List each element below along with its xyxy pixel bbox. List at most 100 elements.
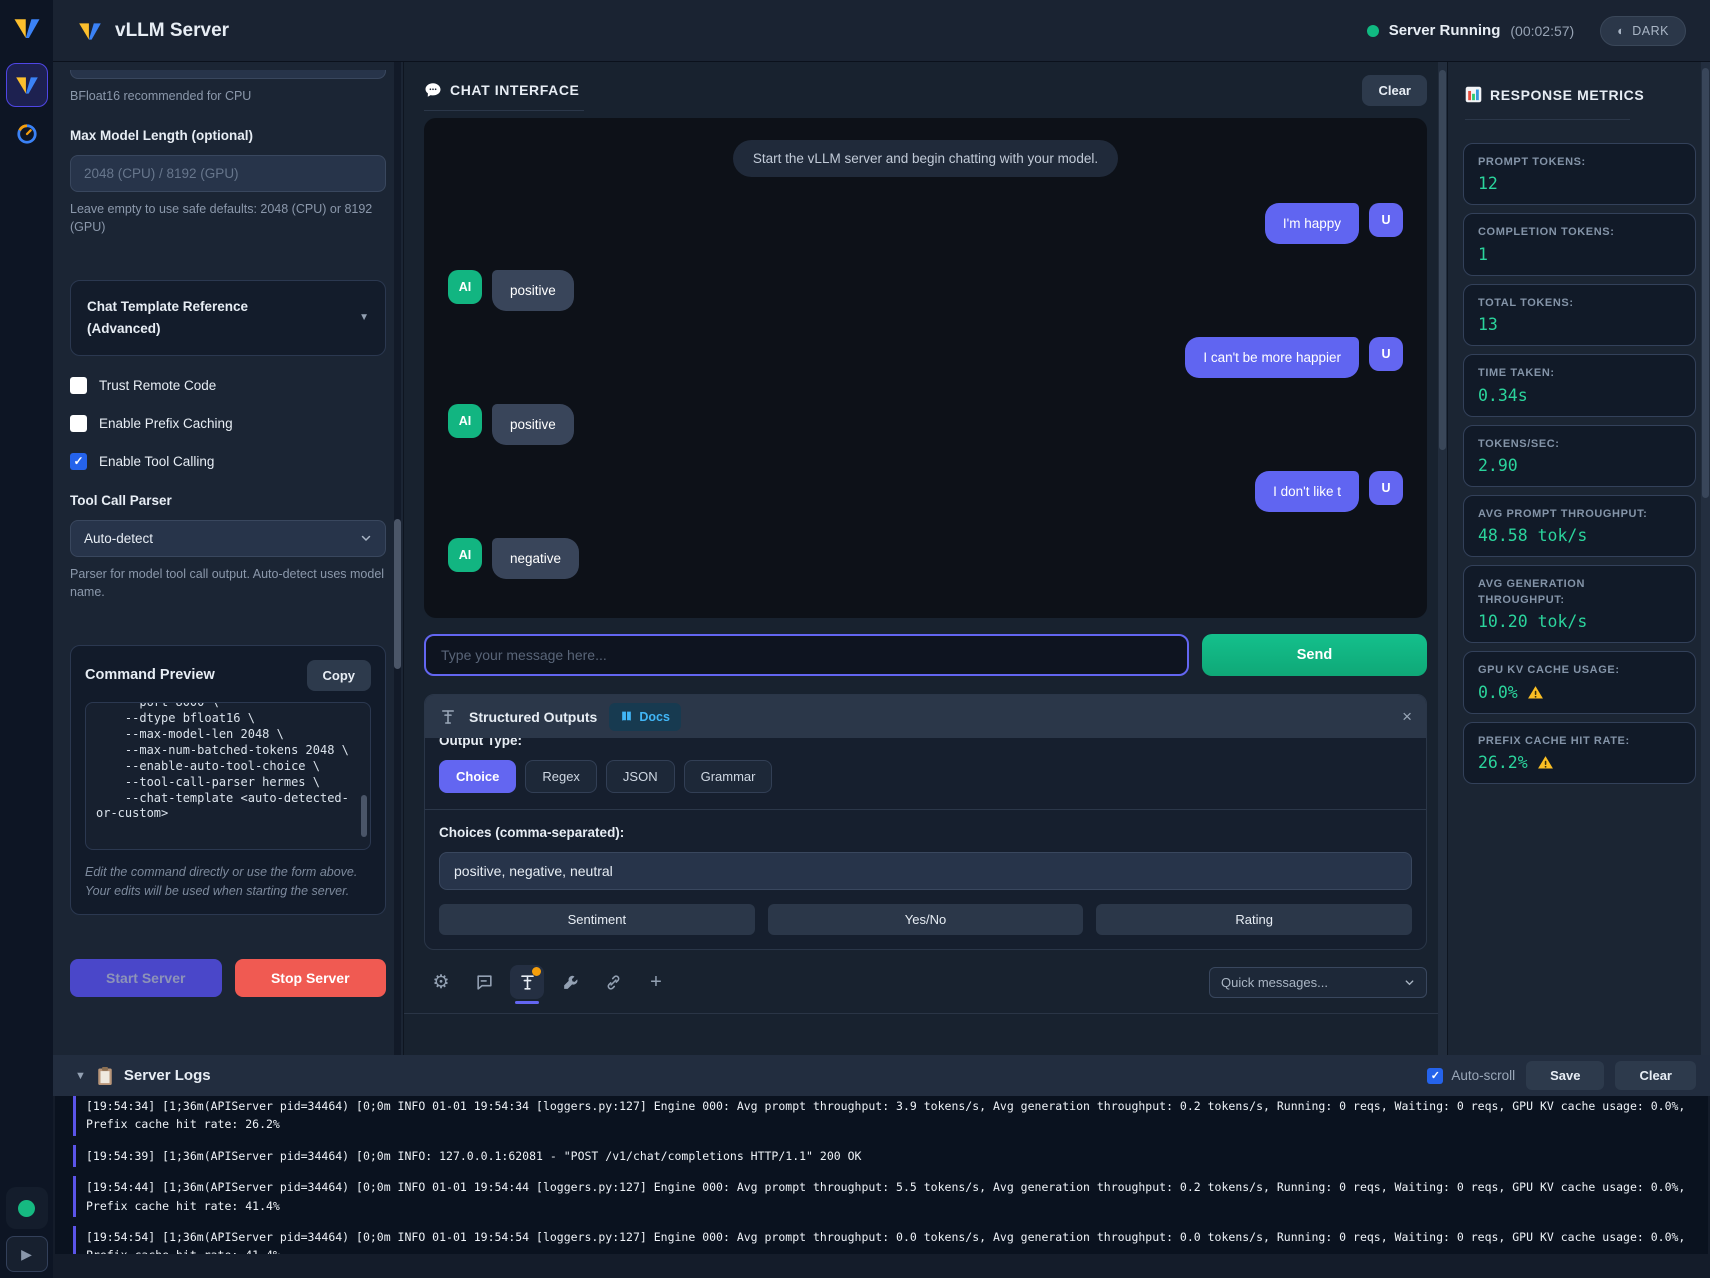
chat-clear-button[interactable]: Clear bbox=[1362, 75, 1427, 106]
tool-call-parser-label: Tool Call Parser bbox=[70, 493, 386, 508]
metric-label: AVG GENERATION THROUGHPUT: bbox=[1478, 577, 1628, 608]
preset-rating-button[interactable]: Rating bbox=[1096, 904, 1412, 935]
warning-icon bbox=[1537, 754, 1554, 771]
chat-template-reference-toggle[interactable]: Chat Template Reference (Advanced) ▼ bbox=[70, 280, 386, 355]
metric-card-tokens-per-sec: TOKENS/SEC: 2.90 bbox=[1463, 425, 1696, 487]
sidebar-item-gauge[interactable] bbox=[16, 123, 38, 145]
chat-scrollbar[interactable] bbox=[1438, 62, 1447, 1055]
link-icon bbox=[604, 973, 623, 992]
tools-button[interactable] bbox=[553, 965, 587, 999]
trust-remote-code-row[interactable]: Trust Remote Code bbox=[70, 377, 386, 394]
enable-prefix-caching-label: Enable Prefix Caching bbox=[99, 416, 233, 431]
output-type-label: Output Type: bbox=[439, 738, 1412, 748]
server-logs-panel: ▼ Server Logs ✓ Auto-scroll Save Clear [… bbox=[53, 1055, 1710, 1278]
icon-rail: ▶ bbox=[0, 0, 53, 1278]
enable-tool-calling-checkbox[interactable]: ✓ bbox=[70, 453, 87, 470]
close-icon[interactable]: × bbox=[1402, 707, 1412, 727]
command-preview-title: Command Preview bbox=[85, 667, 215, 683]
command-preview-note: Edit the command directly or use the for… bbox=[85, 863, 371, 901]
output-type-json-button[interactable]: JSON bbox=[606, 760, 675, 793]
start-server-button[interactable]: Start Server bbox=[70, 959, 222, 997]
ai-message-bubble: negative bbox=[492, 538, 579, 579]
theme-toggle-label: DARK bbox=[1632, 24, 1669, 38]
metrics-scrollbar-thumb[interactable] bbox=[1702, 68, 1709, 498]
metric-label: TOTAL TOKENS: bbox=[1478, 296, 1681, 311]
metric-value: 1 bbox=[1478, 245, 1681, 264]
warning-icon bbox=[1527, 684, 1544, 701]
preset-yesno-button[interactable]: Yes/No bbox=[768, 904, 1084, 935]
metric-card-prompt-tokens: PROMPT TOKENS: 12 bbox=[1463, 143, 1696, 205]
metrics-scrollbar[interactable] bbox=[1701, 62, 1710, 1055]
user-avatar: U bbox=[1369, 203, 1403, 237]
enable-tool-calling-row[interactable]: ✓ Enable Tool Calling bbox=[70, 453, 386, 470]
metric-label: GPU KV CACHE USAGE: bbox=[1478, 663, 1681, 678]
wrench-icon bbox=[561, 973, 580, 992]
link-button[interactable] bbox=[596, 965, 630, 999]
config-scrollbar[interactable] bbox=[394, 62, 401, 1055]
response-metrics-title: RESPONSE METRICS bbox=[1490, 87, 1644, 103]
chat-message-user: I don't like t U bbox=[448, 471, 1403, 512]
chat-scrollbar-thumb[interactable] bbox=[1439, 70, 1446, 450]
metric-label: TOKENS/SEC: bbox=[1478, 437, 1681, 452]
docs-button[interactable]: Docs bbox=[609, 703, 681, 731]
half-moon-icon: ◐ bbox=[1617, 24, 1625, 38]
chat-message-ai: AI negative bbox=[448, 538, 1403, 579]
metric-card-completion-tokens: COMPLETION TOKENS: 1 bbox=[1463, 213, 1696, 275]
user-message-bubble: I don't like t bbox=[1255, 471, 1359, 512]
chat-template-reference-label: Chat Template Reference (Advanced) bbox=[87, 296, 297, 339]
dtype-select-clipped[interactable] bbox=[70, 70, 386, 79]
user-message-bubble: I can't be more happier bbox=[1185, 337, 1359, 378]
play-icon: ▶ bbox=[21, 1246, 32, 1263]
chat-column: CHAT INTERFACE Clear Start the vLLM serv… bbox=[403, 62, 1447, 1055]
preset-sentiment-button[interactable]: Sentiment bbox=[439, 904, 755, 935]
config-scrollbar-thumb[interactable] bbox=[394, 519, 401, 669]
command-preview-editor[interactable]: --port 8000 \ --dtype bfloat16 \ --max-m… bbox=[85, 702, 371, 850]
structured-outputs-header: Structured Outputs Docs × bbox=[425, 695, 1426, 738]
enable-prefix-caching-checkbox[interactable] bbox=[70, 415, 87, 432]
trust-remote-code-checkbox[interactable] bbox=[70, 377, 87, 394]
max-model-length-help: Leave empty to use safe defaults: 2048 (… bbox=[70, 200, 386, 236]
autoscroll-checkbox[interactable]: ✓ bbox=[1427, 1068, 1443, 1084]
autoscroll-row[interactable]: ✓ Auto-scroll bbox=[1427, 1068, 1515, 1084]
sidebar-item-vllm-workspace[interactable] bbox=[6, 63, 48, 107]
chat-message-input[interactable] bbox=[424, 634, 1189, 676]
choices-input[interactable] bbox=[439, 852, 1412, 890]
theme-toggle-button[interactable]: ◐ DARK bbox=[1600, 16, 1686, 46]
server-config-panel: BFloat16 recommended for CPU Max Model L… bbox=[53, 62, 403, 1055]
triangle-down-icon[interactable]: ▼ bbox=[75, 1070, 86, 1082]
dtype-hint: BFloat16 recommended for CPU bbox=[70, 87, 386, 105]
ai-avatar: AI bbox=[448, 538, 482, 572]
output-type-regex-button[interactable]: Regex bbox=[525, 760, 597, 793]
command-scrollbar-thumb[interactable] bbox=[361, 795, 367, 837]
copy-button[interactable]: Copy bbox=[307, 660, 372, 691]
command-preview-card: Command Preview Copy --port 8000 \ --dty… bbox=[70, 645, 386, 916]
chat-message-ai: AI positive bbox=[448, 270, 1403, 311]
system-notice: Start the vLLM server and begin chatting… bbox=[733, 140, 1118, 177]
server-logs-title: Server Logs bbox=[124, 1067, 211, 1084]
output-type-grammar-button[interactable]: Grammar bbox=[684, 760, 773, 793]
vllm-logo-icon bbox=[77, 18, 103, 44]
max-model-length-input[interactable] bbox=[70, 155, 386, 192]
output-type-choice-button[interactable]: Choice bbox=[439, 760, 516, 793]
stop-server-button[interactable]: Stop Server bbox=[235, 959, 387, 997]
logs-save-button[interactable]: Save bbox=[1526, 1061, 1604, 1090]
logs-clear-button[interactable]: Clear bbox=[1615, 1061, 1696, 1090]
metric-label: COMPLETION TOKENS: bbox=[1478, 225, 1681, 240]
metric-label: AVG PROMPT THROUGHPUT: bbox=[1478, 507, 1681, 522]
metric-value: 13 bbox=[1478, 315, 1681, 334]
comment-button[interactable] bbox=[467, 965, 501, 999]
structured-outputs-title: Structured Outputs bbox=[469, 709, 597, 725]
expand-panel-button[interactable]: ▶ bbox=[6, 1236, 48, 1272]
chevron-down-icon bbox=[360, 532, 372, 544]
metric-value: 12 bbox=[1478, 174, 1681, 193]
structured-outputs-toggle-button[interactable] bbox=[510, 965, 544, 999]
send-button[interactable]: Send bbox=[1202, 634, 1427, 676]
add-button[interactable]: + bbox=[639, 965, 673, 999]
tool-call-parser-select[interactable]: Auto-detect bbox=[70, 520, 386, 557]
enable-prefix-caching-row[interactable]: Enable Prefix Caching bbox=[70, 415, 386, 432]
metric-label: PREFIX CACHE HIT RATE: bbox=[1478, 734, 1681, 749]
settings-button[interactable]: ⚙ bbox=[424, 965, 458, 999]
command-preview-text: --port 8000 \ --dtype bfloat16 \ --max-m… bbox=[96, 702, 360, 823]
server-logs-output[interactable]: [19:54:34] [1;36m(APIServer pid=34464) [… bbox=[55, 1096, 1708, 1254]
quick-messages-select[interactable]: Quick messages... bbox=[1209, 967, 1427, 998]
